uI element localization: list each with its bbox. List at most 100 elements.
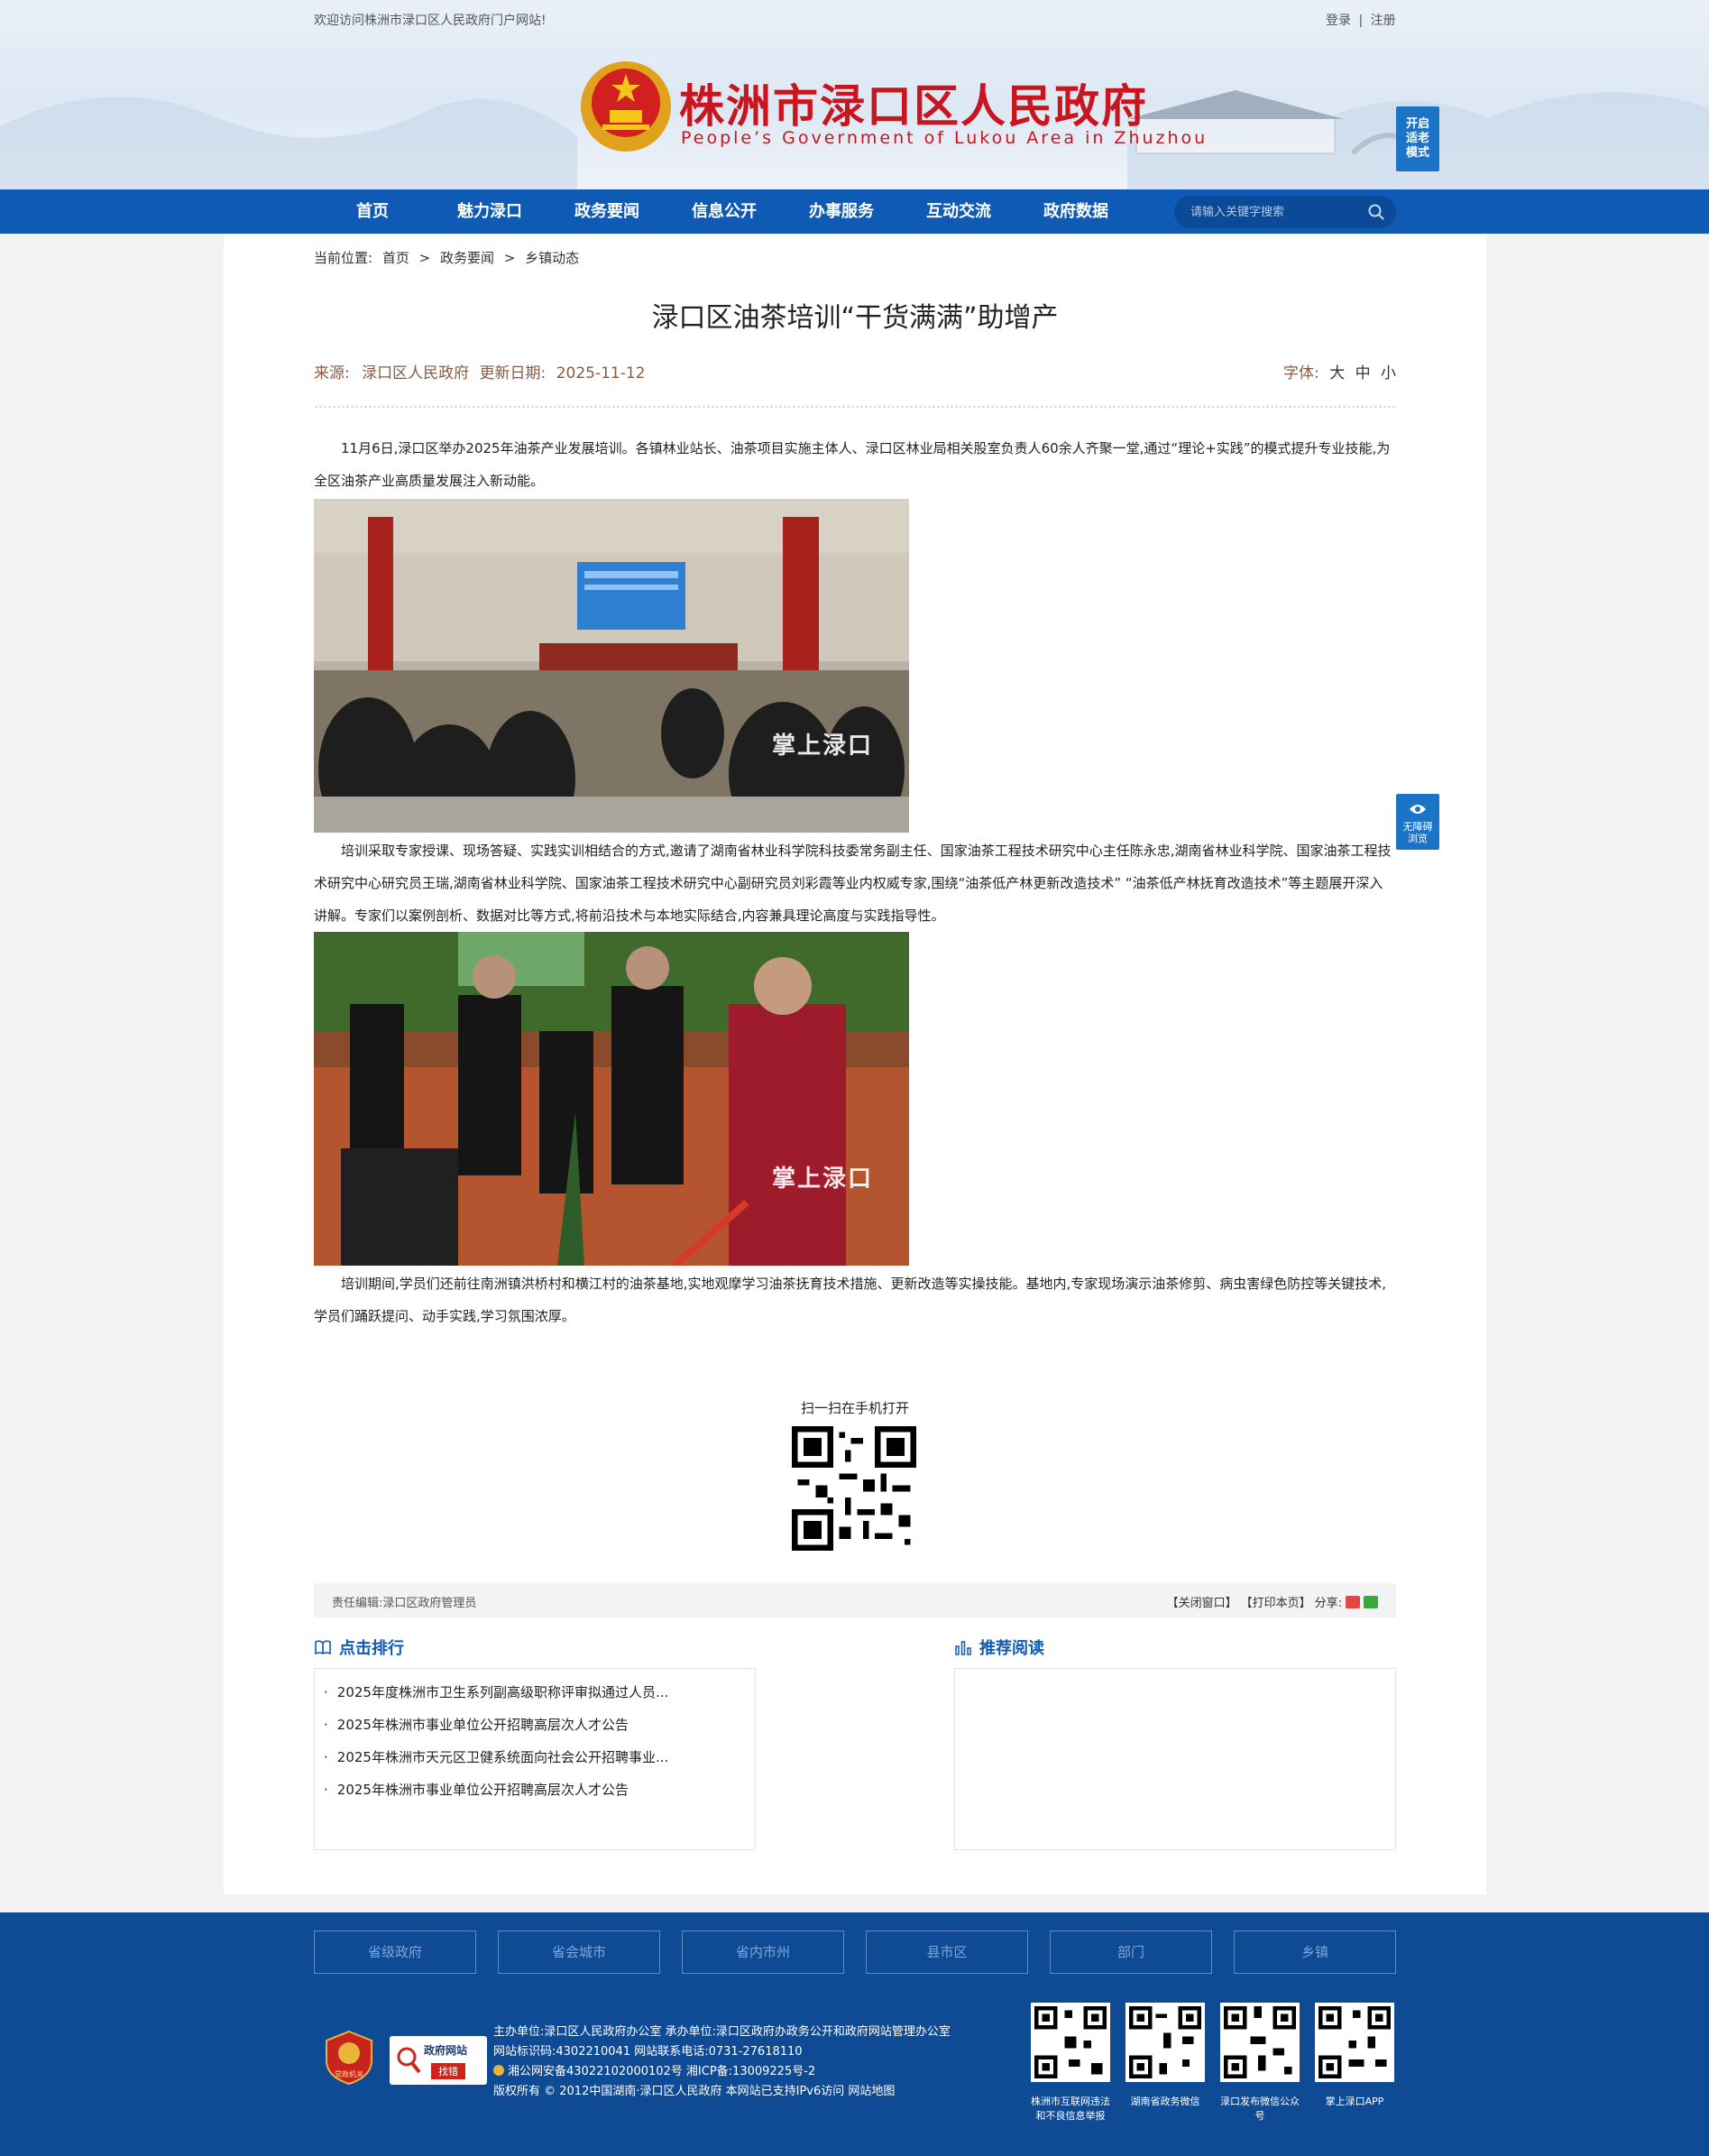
article-qr-code: [792, 1426, 916, 1551]
field-training-photo-image: [314, 932, 909, 1266]
footer-qr-lukou-app: 掌上渌口APP: [1315, 2003, 1394, 2109]
editor-label: 责任编辑:: [332, 1597, 383, 1610]
breadcrumb-label: 当前位置:: [314, 250, 373, 266]
register-link[interactable]: 注册: [1371, 14, 1396, 28]
font-size-label: 字体:: [1283, 364, 1319, 382]
site-footer: 省级政府 省会城市 省内市州 县市区 部门 乡镇 党政机关 政府网站 找错 主办…: [0, 1912, 1709, 2156]
print-page-link[interactable]: 【打印本页】: [1241, 1593, 1311, 1610]
police-badge-icon: [493, 2065, 504, 2076]
weibo-share-icon[interactable]: [1346, 1595, 1360, 1608]
article-paragraph-3: 培训期间,学员们还前往南洲镇洪桥村和横江村的油茶基地,实地观摩学习油茶抚育技术措…: [314, 1276, 1387, 1324]
search-icon[interactable]: [1367, 203, 1385, 221]
book-icon: [315, 1640, 331, 1655]
search-box: [1174, 196, 1396, 228]
auth-separator: |: [1358, 14, 1364, 28]
date-value: 2025-11-12: [556, 364, 646, 382]
breadcrumb-home[interactable]: 首页: [382, 250, 409, 266]
meeting-photo-image: [314, 499, 909, 833]
gov-site-error-report-badge[interactable]: 政府网站 找错: [390, 2036, 487, 2085]
party-gov-badge-icon[interactable]: 党政机关: [325, 2030, 373, 2086]
elder-mode-button[interactable]: 开启适老模式: [1396, 106, 1439, 171]
main-nav: 首页 魅力渌口 政务要闻 信息公开 办事服务 互动交流 政府数据: [0, 189, 1709, 234]
login-link[interactable]: 登录: [1326, 14, 1351, 28]
font-size-large[interactable]: 大: [1329, 364, 1345, 382]
article-panel: 当前位置: 首页 > 政务要闻 > 乡镇动态 渌口区油茶培训“干货满满”助增产 …: [224, 234, 1486, 1894]
source-label: 来源:: [314, 364, 350, 382]
editor-bar: 责任编辑:渌口区政府管理员 【关闭窗口】 【打印本页】 分享:: [314, 1583, 1396, 1617]
footer-link-towns[interactable]: 乡镇: [1234, 1930, 1396, 1974]
footer-qr-lukou-wechat: 渌口发布微信公众号: [1220, 2003, 1300, 2124]
share-label: 分享:: [1314, 1597, 1342, 1610]
national-emblem-icon: [581, 61, 671, 152]
footer-qr-hunan-wechat: 湖南省政务微信: [1126, 2003, 1205, 2109]
qr-code-icon: [1315, 2003, 1394, 2082]
breadcrumb-sep: >: [418, 250, 431, 266]
qr-caption: 渌口发布微信公众号: [1220, 2096, 1300, 2122]
nav-gov-news[interactable]: 政务要闻: [548, 189, 666, 234]
qr-caption: 扫一扫在手机打开: [800, 1400, 909, 1416]
ranking-title: 点击排行: [339, 1639, 404, 1658]
wechat-share-icon[interactable]: [1364, 1595, 1378, 1608]
article-title: 渌口区油茶培训“干货满满”助增产: [651, 302, 1059, 334]
breadcrumb: 当前位置: 首页 > 政务要闻 > 乡镇动态: [314, 248, 579, 267]
ranking-section-header: 点击排行: [314, 1635, 404, 1659]
footer-link-capitals[interactable]: 省会城市: [498, 1930, 660, 1974]
magnifier-icon: [397, 2047, 421, 2074]
footer-link-counties[interactable]: 县市区: [866, 1930, 1028, 1974]
accessible-browse-label: 无障碍浏览: [1402, 821, 1433, 844]
ranking-item[interactable]: 2025年度株洲市卫生系列副高级职称评审拟通过人员...: [324, 1676, 755, 1709]
source-value: 渌口区人民政府: [362, 364, 470, 382]
welcome-text: 欢迎访问株洲市渌口区人民政府门户网站!: [314, 14, 547, 28]
nav-services[interactable]: 办事服务: [783, 189, 900, 234]
footer-info-line: 网站标识码:4302210041 网站联系电话:0731-27618110: [493, 2045, 803, 2059]
qr-code-icon: [1031, 2003, 1110, 2082]
ranking-item[interactable]: 2025年株洲市天元区卫健系统面向社会公开招聘事业...: [324, 1741, 755, 1774]
footer-link-cities[interactable]: 省内市州: [682, 1930, 844, 1974]
footer-info: 主办单位:渌口区人民政府办公室 承办单位:渌口区政府办政务公开和政府网站管理办公…: [493, 2022, 951, 2102]
footer-link-provincial[interactable]: 省级政府: [314, 1930, 476, 1974]
elder-mode-label: 开启适老模式: [1405, 117, 1429, 160]
party-gov-badge-text: 党政机关: [335, 2069, 363, 2078]
font-size-medium[interactable]: 中: [1355, 364, 1371, 382]
footer-info-line: 主办单位:渌口区人民政府办公室 承办单位:渌口区政府办政务公开和政府网站管理办公…: [493, 2025, 951, 2039]
dotted-divider: [314, 405, 1396, 409]
article-tools: 【关闭窗口】 【打印本页】 分享:: [1167, 1593, 1378, 1610]
meeting-photo: 掌上渌口: [314, 499, 909, 833]
qr-caption: 湖南省政务微信: [1130, 2096, 1200, 2107]
ranking-box: 2025年度株洲市卫生系列副高级职称评审拟通过人员... 2025年株洲市事业单…: [314, 1668, 756, 1850]
recommend-box: [954, 1668, 1396, 1850]
article-paragraph-1: 11月6日,渌口区举办2025年油茶产业发展培训。各镇林业站长、油茶项目实施主体…: [314, 440, 1391, 489]
footer-qr-report: 株洲市互联网违法和不良信息举报: [1031, 2003, 1110, 2124]
ranking-item[interactable]: 2025年株洲市事业单位公开招聘高层次人才公告: [324, 1709, 755, 1741]
nav-home[interactable]: 首页: [314, 189, 431, 234]
article-meta: 来源: 渌口区人民政府 更新日期: 2025-11-12: [314, 360, 645, 382]
nav-charm-lukou[interactable]: 魅力渌口: [431, 189, 548, 234]
search-input[interactable]: [1190, 203, 1362, 221]
responsible-editor: 责任编辑:渌口区政府管理员: [332, 1593, 476, 1610]
breadcrumb-gov-news[interactable]: 政务要闻: [440, 250, 494, 266]
article-paragraph-2: 培训采取专家授课、现场答疑、实践实训相结合的方式,邀请了湖南省林业科学院科技委常…: [314, 843, 1392, 924]
font-size-small[interactable]: 小: [1381, 364, 1396, 382]
ranking-item[interactable]: 2025年株洲市事业单位公开招聘高层次人才公告: [324, 1774, 755, 1806]
recommend-section-header: 推荐阅读: [954, 1635, 1044, 1659]
site-header: 欢迎访问株洲市渌口区人民政府门户网站! 登录 | 注册 株洲市渌口区人民政府 P…: [0, 0, 1709, 189]
qr-code-icon: [1126, 2003, 1205, 2082]
date-label: 更新日期:: [479, 364, 547, 382]
photo-watermark: 掌上渌口: [771, 732, 873, 760]
qr-caption: 株洲市互联网违法和不良信息举报: [1031, 2096, 1110, 2122]
field-training-photo: 掌上渌口: [314, 932, 909, 1266]
nav-interaction[interactable]: 互动交流: [900, 189, 1017, 234]
site-subtitle: People’s Government of Lukou Area in Zhu…: [681, 128, 1208, 148]
breadcrumb-town-news[interactable]: 乡镇动态: [525, 250, 579, 266]
eye-icon: [1410, 805, 1426, 814]
breadcrumb-sep: >: [503, 250, 516, 266]
font-size-switcher: 字体: 大 中 小: [1283, 360, 1396, 382]
nav-gov-data[interactable]: 政府数据: [1017, 189, 1135, 234]
site-title: 株洲市渌口区人民政府: [679, 80, 1148, 133]
footer-link-departments[interactable]: 部门: [1050, 1930, 1212, 1974]
accessible-browse-button[interactable]: 无障碍浏览: [1396, 794, 1439, 850]
nav-info-disclosure[interactable]: 信息公开: [666, 189, 783, 234]
badge-top-text: 政府网站: [424, 2044, 468, 2057]
editor-name: 渌口区政府管理员: [382, 1597, 477, 1610]
close-window-link[interactable]: 【关闭窗口】: [1167, 1593, 1237, 1610]
